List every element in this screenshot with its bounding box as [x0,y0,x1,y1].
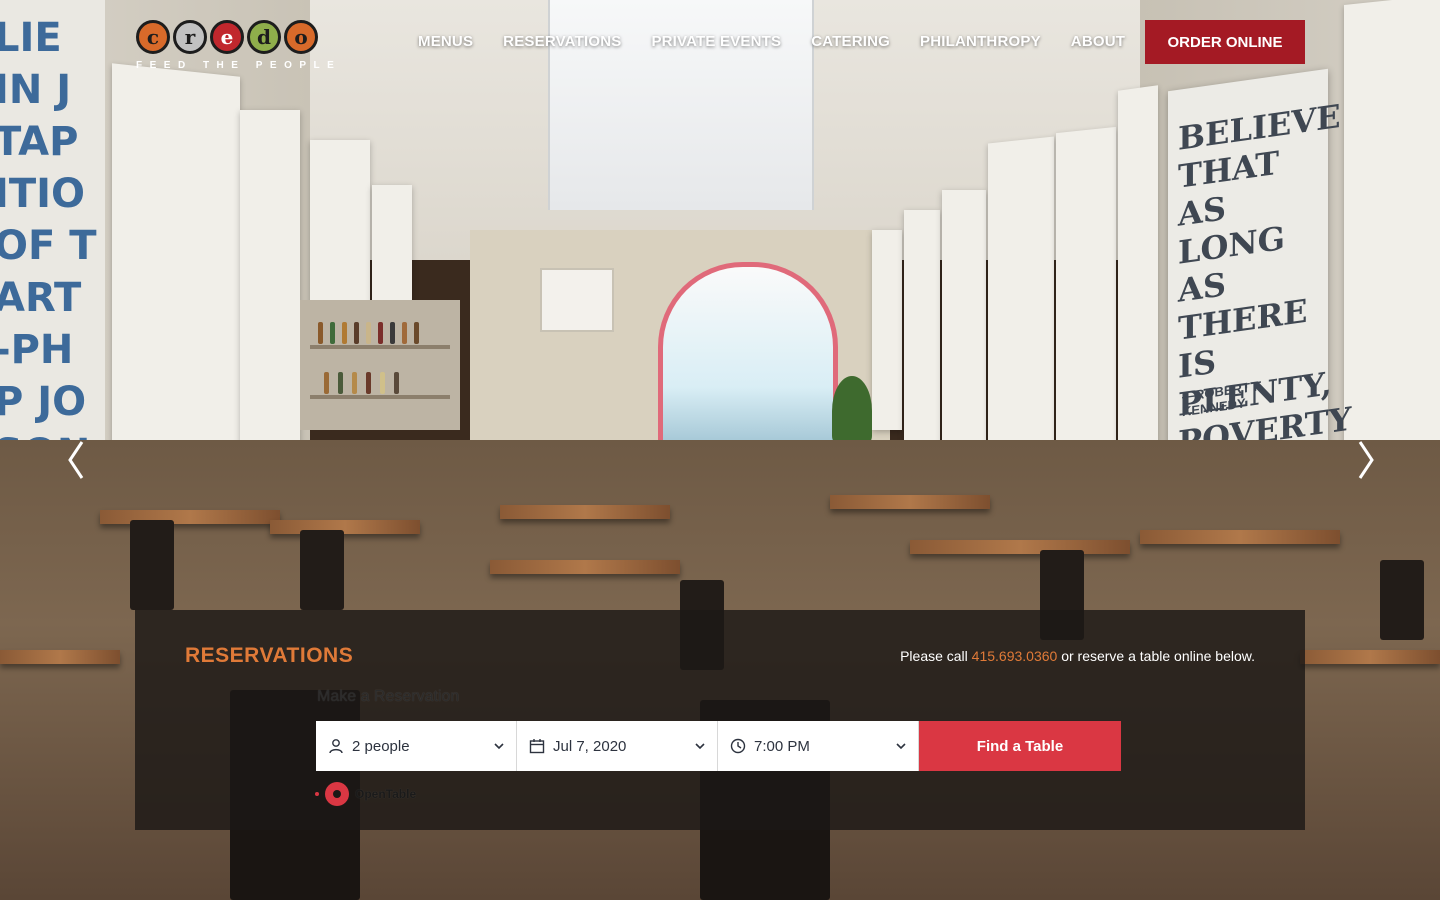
wall-panel [988,136,1054,464]
opentable-badge[interactable]: OpenTable [315,782,416,806]
dining-table [1300,650,1440,664]
phone-link[interactable]: 415.693.0360 [972,648,1058,664]
time-select[interactable]: 7:00 PM [718,721,919,771]
dining-table [830,495,990,509]
reservations-heading: RESERVATIONS [185,644,354,667]
dining-table [910,540,1130,554]
nav-catering[interactable]: CATERING [811,33,890,50]
wall-panel [942,190,986,460]
date-select[interactable]: Jul 7, 2020 [517,721,718,771]
logo-letter: r [173,20,207,54]
party-size-value: 2 people [352,737,410,755]
main-nav: MENUS RESERVATIONS PRIVATE EVENTS CATERI… [418,33,1125,50]
wall-panel [112,63,240,497]
chevron-down-icon [494,743,504,750]
wall-quote-left: LIE IN J TAP ITIO OF T ART -PH P JO SON [0,0,105,500]
reservation-panel: RESERVATIONS Please call 415.693.0360 or… [135,610,1305,830]
opentable-widget: 2 people Jul 7, 2020 7:00 PM Find a Tabl… [316,721,1121,771]
dining-table [1140,530,1340,544]
wall-panel [1344,0,1440,506]
reservation-call-text: Please call 415.693.0360 or reserve a ta… [900,648,1255,664]
nav-about[interactable]: ABOUT [1071,33,1125,50]
logo-letters: c r e d o [136,20,342,54]
date-value: Jul 7, 2020 [553,737,627,755]
clock-icon [730,738,746,754]
logo-letter: e [210,20,244,54]
nav-private-events[interactable]: PRIVATE EVENTS [651,33,781,50]
dining-table [490,560,680,574]
nav-reservations[interactable]: RESERVATIONS [503,33,621,50]
dining-table [100,510,280,524]
order-online-button[interactable]: ORDER ONLINE [1145,20,1305,64]
plant [832,376,872,446]
logo-letter: o [284,20,318,54]
chevron-down-icon [896,743,906,750]
wall-panel [1118,85,1158,461]
dining-table [500,505,670,519]
nav-menus[interactable]: MENUS [418,33,473,50]
dining-table [270,520,420,534]
party-size-select[interactable]: 2 people [316,721,517,771]
credo-logo[interactable]: c r e d o FEED THE PEOPLE [136,20,342,80]
nav-philanthropy[interactable]: PHILANTHROPY [920,33,1041,50]
bar-shelves [300,300,460,430]
logo-tagline: FEED THE PEOPLE [136,60,342,71]
page: LIE IN J TAP ITIO OF T ART -PH P JO SON … [0,0,1440,900]
opentable-logo-icon [325,782,349,806]
chevron-down-icon [695,743,705,750]
find-table-button[interactable]: Find a Table [919,721,1121,771]
logo-letter: d [247,20,281,54]
time-value: 7:00 PM [754,737,810,755]
wall-panel [372,185,412,315]
calendar-icon [529,739,545,754]
wall-panel [904,210,940,450]
make-reservation-label: Make a Reservation [317,688,460,705]
logo-letter: c [136,20,170,54]
opentable-label: OpenTable [355,787,417,801]
wall-panel [872,230,902,430]
person-icon [329,739,343,754]
dining-table [0,650,120,664]
chevron-right-icon[interactable] [1356,440,1376,480]
wall-panel [1056,126,1116,464]
wall-panel [240,110,300,450]
chevron-left-icon[interactable] [66,440,86,480]
arched-window [658,262,838,467]
